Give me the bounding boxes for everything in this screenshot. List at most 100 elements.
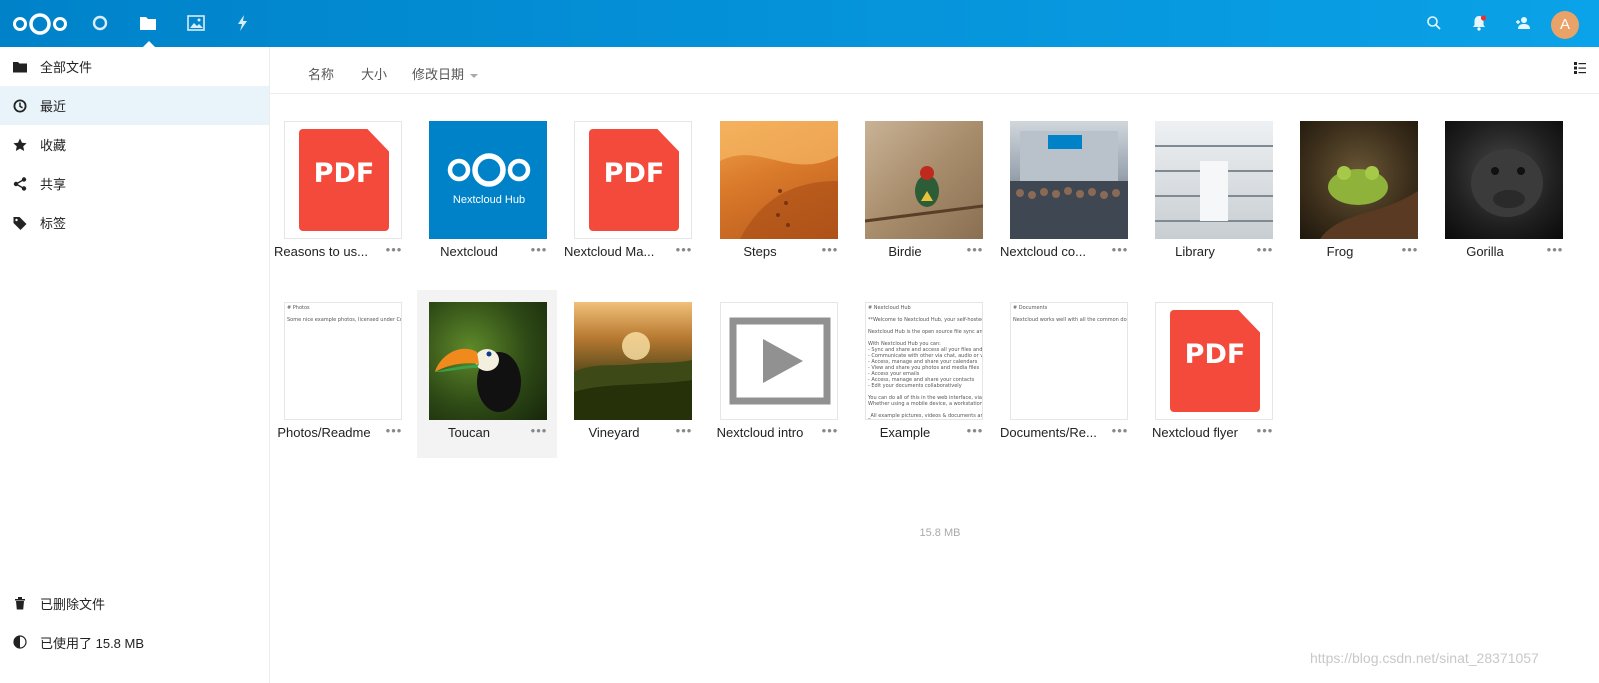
more-actions-icon[interactable]: •••: [672, 419, 696, 443]
sort-by-modified[interactable]: 修改日期: [412, 64, 479, 83]
file-name[interactable]: Nextcloud intro: [708, 425, 812, 440]
file-thumbnail[interactable]: [865, 121, 983, 239]
file-name[interactable]: Nextcloud Ma...: [562, 244, 666, 259]
file-thumbnail[interactable]: [720, 302, 838, 420]
file-tile-nextcloud-flyer[interactable]: PDF Nextcloud flyer •••: [1143, 290, 1283, 458]
file-name[interactable]: Documents/Re...: [998, 425, 1102, 440]
file-thumbnail[interactable]: # Photos Some nice example photos, licen…: [284, 302, 402, 420]
file-tile-nextcloud-conference[interactable]: Nextcloud co... •••: [998, 109, 1138, 277]
file-tile-nextcloud-manual[interactable]: PDF Nextcloud Ma... •••: [562, 109, 702, 277]
file-tile-nextcloud[interactable]: Nextcloud Hub Nextcloud •••: [417, 109, 557, 277]
tag-icon: [13, 216, 27, 230]
file-name[interactable]: Photos/Readme: [272, 425, 376, 440]
file-tile-toucan[interactable]: Toucan •••: [417, 290, 557, 458]
more-actions-icon[interactable]: •••: [963, 238, 987, 262]
file-tile-birdie[interactable]: Birdie •••: [853, 109, 993, 277]
file-tile-nextcloud-intro[interactable]: Nextcloud intro •••: [708, 290, 848, 458]
file-thumbnail[interactable]: Nextcloud Hub: [429, 121, 547, 239]
file-name[interactable]: Library: [1143, 244, 1247, 259]
sort-bar: 名称 大小 修改日期: [270, 47, 1599, 94]
sidebar-item-label: 全部文件: [40, 60, 93, 75]
file-tile-vineyard[interactable]: Vineyard •••: [562, 290, 702, 458]
sidebar-item-tags[interactable]: 标签: [0, 203, 269, 242]
conference-photo-icon: [1010, 131, 1128, 239]
nextcloud-logo-icon[interactable]: [12, 12, 68, 36]
file-tile-example[interactable]: # Nextcloud Hub **Welcome to Nextcloud H…: [853, 290, 993, 458]
quota-pie-icon: [13, 635, 27, 649]
file-tile-steps[interactable]: Steps •••: [708, 109, 848, 277]
file-tile-gorilla[interactable]: Gorilla •••: [1433, 109, 1573, 277]
sidebar-item-shares[interactable]: 共享: [0, 164, 269, 203]
notifications-icon[interactable]: [1469, 13, 1489, 33]
vineyard-photo-icon: [574, 332, 692, 420]
file-tile-reasons[interactable]: PDF Reasons to us... •••: [272, 109, 412, 277]
file-name[interactable]: Steps: [708, 244, 812, 259]
folder-size-summary: 15.8 MB: [919, 527, 961, 539]
file-name[interactable]: Gorilla: [1433, 244, 1537, 259]
pdf-label: PDF: [1184, 339, 1246, 370]
files-icon[interactable]: [138, 13, 158, 33]
more-actions-icon[interactable]: •••: [382, 238, 406, 262]
activity-icon[interactable]: [233, 13, 253, 33]
quota-info[interactable]: 已使用了 15.8 MB: [0, 623, 269, 661]
file-thumbnail[interactable]: # Documents Nextcloud works well with al…: [1010, 302, 1128, 420]
file-thumbnail[interactable]: [574, 302, 692, 420]
file-name[interactable]: Nextcloud co...: [998, 244, 1102, 259]
user-avatar[interactable]: A: [1551, 11, 1579, 39]
share-icon: [13, 176, 27, 191]
file-name[interactable]: Nextcloud flyer: [1143, 425, 1247, 440]
file-name[interactable]: Reasons to us...: [272, 244, 376, 259]
file-thumbnail[interactable]: PDF: [284, 121, 402, 239]
file-tile-library[interactable]: Library •••: [1143, 109, 1283, 277]
more-actions-icon[interactable]: •••: [1108, 419, 1132, 443]
sidebar-item-favorites[interactable]: 收藏: [0, 125, 269, 164]
quota-label: 已使用了 15.8 MB: [40, 635, 145, 651]
more-actions-icon[interactable]: •••: [382, 419, 406, 443]
video-play-icon: [729, 317, 831, 405]
file-name[interactable]: Frog: [1288, 244, 1392, 259]
sidebar-item-trash[interactable]: 已删除文件: [0, 584, 269, 622]
more-actions-icon[interactable]: •••: [1543, 238, 1567, 262]
file-name[interactable]: Birdie: [853, 244, 957, 259]
file-thumbnail[interactable]: # Nextcloud Hub **Welcome to Nextcloud H…: [865, 302, 983, 420]
file-thumbnail[interactable]: PDF: [574, 121, 692, 239]
sidebar-item-recent[interactable]: 最近: [0, 86, 269, 125]
more-actions-icon[interactable]: •••: [1253, 238, 1277, 262]
file-tile-frog[interactable]: Frog •••: [1288, 109, 1428, 277]
more-actions-icon[interactable]: •••: [1398, 238, 1422, 262]
file-thumbnail[interactable]: [1155, 121, 1273, 239]
sort-by-size[interactable]: 大小: [361, 64, 387, 83]
pdf-label: PDF: [603, 158, 665, 189]
file-name[interactable]: Nextcloud: [417, 244, 521, 259]
more-actions-icon[interactable]: •••: [527, 419, 551, 443]
top-header: A: [0, 0, 1599, 47]
file-thumbnail[interactable]: [1010, 121, 1128, 239]
more-actions-icon[interactable]: •••: [1253, 419, 1277, 443]
grid-list-toggle-icon[interactable]: [1573, 61, 1587, 75]
file-name[interactable]: Toucan: [417, 425, 521, 440]
file-thumbnail[interactable]: PDF: [1155, 302, 1273, 420]
more-actions-icon[interactable]: •••: [818, 238, 842, 262]
text-preview: # Photos Some nice example photos, licen…: [287, 305, 402, 323]
file-thumbnail[interactable]: [1445, 121, 1563, 239]
file-thumbnail[interactable]: [720, 121, 838, 239]
dashboard-icon[interactable]: [90, 13, 110, 33]
contacts-icon[interactable]: [1513, 13, 1533, 33]
sort-by-name[interactable]: 名称: [308, 64, 334, 83]
trash-label: 已删除文件: [40, 596, 106, 612]
file-tile-photos-readme[interactable]: # Photos Some nice example photos, licen…: [272, 290, 412, 458]
more-actions-icon[interactable]: •••: [672, 238, 696, 262]
sidebar-item-all-files[interactable]: 全部文件: [0, 47, 269, 86]
text-preview: # Documents Nextcloud works well with al…: [1013, 305, 1127, 323]
file-name[interactable]: Vineyard: [562, 425, 666, 440]
photos-icon[interactable]: [186, 13, 206, 33]
more-actions-icon[interactable]: •••: [1108, 238, 1132, 262]
file-thumbnail[interactable]: [1300, 121, 1418, 239]
file-name[interactable]: Example: [853, 425, 957, 440]
more-actions-icon[interactable]: •••: [818, 419, 842, 443]
more-actions-icon[interactable]: •••: [527, 238, 551, 262]
more-actions-icon[interactable]: •••: [963, 419, 987, 443]
search-icon[interactable]: [1424, 13, 1444, 33]
file-tile-documents-readme[interactable]: # Documents Nextcloud works well with al…: [998, 290, 1138, 458]
file-thumbnail[interactable]: [429, 302, 547, 420]
